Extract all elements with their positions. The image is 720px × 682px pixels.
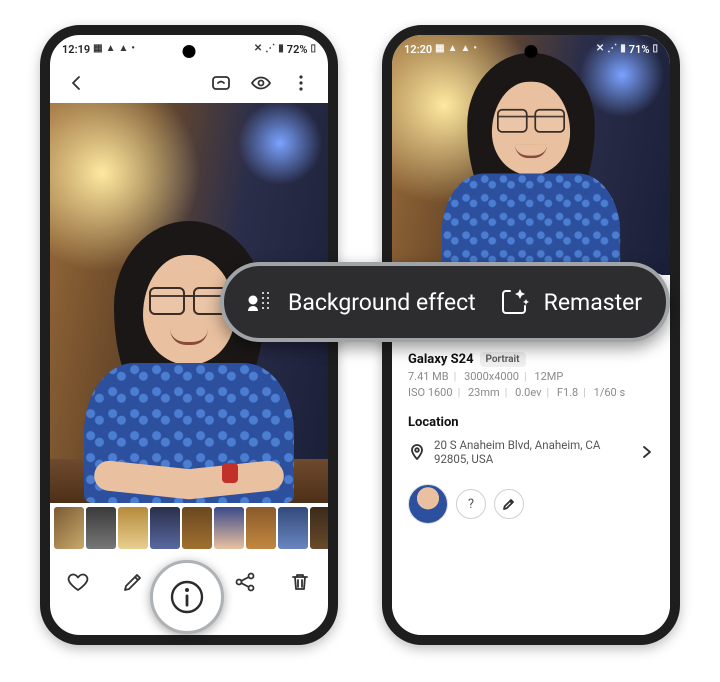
status-left-cluster: 12:19 ▦ ▲ ▲ • <box>62 43 135 56</box>
trash-icon <box>288 570 312 594</box>
details-aperture: F1.8 <box>557 386 578 399</box>
status-right-cluster: ✕ ⋰ ▮ 72% ▯ <box>254 43 316 56</box>
background-effect-option[interactable]: Background effect <box>244 287 476 317</box>
comparison-stage: 12:19 ▦ ▲ ▲ • ✕ ⋰ ▮ 72% ▯ <box>0 0 720 682</box>
status-icon: ▦ <box>93 44 102 54</box>
photo-preview[interactable] <box>392 35 670 275</box>
location-address: 20 S Anaheim Blvd, Anaheim, CA 92805, US… <box>434 438 632 466</box>
eye-icon <box>250 72 272 94</box>
details-megapixels: 12MP <box>534 370 563 383</box>
visibility-button[interactable] <box>244 66 278 100</box>
thumbnail[interactable] <box>182 507 212 549</box>
thumbnail-strip[interactable] <box>50 503 328 553</box>
info-icon <box>167 577 207 617</box>
battery-text: 71% <box>629 43 650 56</box>
wifi-icon: ⋰ <box>265 44 275 54</box>
person-avatar[interactable] <box>408 484 448 524</box>
remaster-icon <box>498 286 530 318</box>
details-resolution: 3000x4000 <box>464 370 519 383</box>
status-icon: ▲ <box>106 44 116 54</box>
battery-text: 72% <box>287 43 308 56</box>
details-row-2: ISO 1600| 23mm| 0.0ev| F1.8| 1/60 s <box>408 386 654 399</box>
photo-subject <box>84 203 294 503</box>
back-button[interactable] <box>60 66 94 100</box>
details-iso: ISO 1600 <box>408 386 453 399</box>
enhancement-pill: Background effect Remaster <box>220 262 670 342</box>
status-icon: ▲ <box>448 44 458 54</box>
unknown-person-chip[interactable]: ? <box>456 489 486 519</box>
camera-hole <box>183 45 196 58</box>
battery-icon: ▯ <box>310 44 316 54</box>
remaster-label: Remaster <box>544 289 642 316</box>
details-shutter: 1/60 s <box>594 386 626 399</box>
details-focal: 23mm <box>468 386 500 399</box>
signal-icon: ▮ <box>620 44 626 54</box>
remaster-option[interactable]: Remaster <box>498 286 642 318</box>
background-effect-label: Background effect <box>288 289 476 316</box>
info-button-highlight[interactable] <box>150 560 224 634</box>
heart-icon <box>66 570 90 594</box>
details-size: 7.41 MB <box>408 370 449 383</box>
thumbnail[interactable] <box>278 507 308 549</box>
thumbnail[interactable] <box>118 507 148 549</box>
status-time: 12:20 <box>404 43 432 56</box>
smart-view-button[interactable] <box>204 66 238 100</box>
details-ev: 0.0ev <box>515 386 541 399</box>
wifi-icon: ⋰ <box>607 44 617 54</box>
chevron-left-icon <box>67 73 87 93</box>
thumbnail[interactable] <box>214 507 244 549</box>
location-row[interactable]: 20 S Anaheim Blvd, Anaheim, CA 92805, US… <box>408 438 654 466</box>
mute-icon: ✕ <box>254 44 262 54</box>
share-icon <box>233 570 257 594</box>
thumbnail[interactable] <box>310 507 338 549</box>
location-heading: Location <box>408 415 654 430</box>
details-mode-chip: Portrait <box>480 352 526 367</box>
thumbnail[interactable] <box>150 507 180 549</box>
location-pin-icon <box>408 443 426 461</box>
edit-button[interactable] <box>113 562 153 602</box>
details-row-1: 7.41 MB| 3000x4000| 12MP <box>408 370 654 383</box>
camera-hole <box>525 45 538 58</box>
status-icon: • <box>473 44 477 54</box>
status-icon: ▲ <box>461 44 471 54</box>
cast-icon <box>210 72 232 94</box>
favorite-button[interactable] <box>58 562 98 602</box>
thumbnail[interactable] <box>54 507 84 549</box>
tag-edit-chip[interactable] <box>494 489 524 519</box>
chevron-right-icon <box>640 445 654 459</box>
viewer-header <box>50 63 328 103</box>
background-effect-icon <box>244 287 274 317</box>
more-button[interactable] <box>284 66 318 100</box>
status-icon: ▲ <box>119 44 129 54</box>
details-device: Galaxy S24 <box>408 352 474 367</box>
status-icon: ▦ <box>435 44 444 54</box>
battery-icon: ▯ <box>652 44 658 54</box>
delete-button[interactable] <box>280 562 320 602</box>
pencil-icon <box>502 497 516 511</box>
status-left-cluster: 12:20 ▦ ▲ ▲ • <box>404 43 477 56</box>
photo-subject <box>442 38 621 276</box>
thumbnail[interactable] <box>246 507 276 549</box>
status-time: 12:19 <box>62 43 90 56</box>
status-right-cluster: ✕ ⋰ ▮ 71% ▯ <box>596 43 658 56</box>
mute-icon: ✕ <box>596 44 604 54</box>
share-button[interactable] <box>225 562 265 602</box>
pencil-icon <box>121 570 145 594</box>
thumbnail[interactable] <box>86 507 116 549</box>
signal-icon: ▮ <box>278 44 284 54</box>
people-row: ? <box>408 484 654 524</box>
status-icon: • <box>131 44 135 54</box>
more-vertical-icon <box>291 73 311 93</box>
